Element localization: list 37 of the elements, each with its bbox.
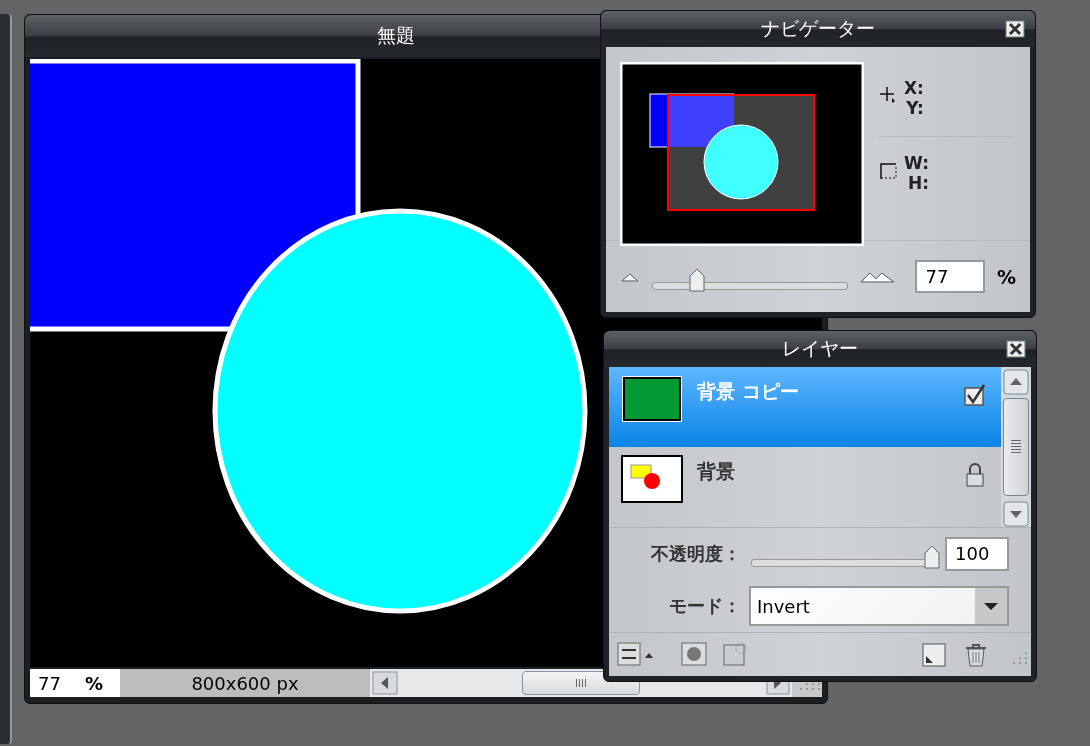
zoom-in-icon[interactable] (859, 269, 896, 284)
vertical-scrollbar[interactable] (1001, 367, 1031, 527)
opacity-label: 不透明度： (650, 542, 742, 566)
y-label: Y: (906, 98, 924, 118)
new-layer-icon[interactable] (921, 641, 947, 668)
zoom-input[interactable]: 77 (915, 260, 985, 293)
scroll-down-icon[interactable] (1003, 501, 1029, 527)
mode-dropdown[interactable]: Invert (749, 586, 1009, 626)
layer-row[interactable]: 背景 (609, 447, 1001, 527)
opacity-input[interactable]: 100 (945, 537, 1009, 571)
window-title: 無題 (377, 23, 415, 48)
scroll-up-icon[interactable] (1003, 369, 1029, 395)
lock-icon (963, 463, 987, 487)
scroll-left-icon[interactable] (372, 671, 398, 695)
x-label: X: (904, 78, 924, 98)
panel-title: ナビゲーター (761, 16, 875, 41)
slider-thumb[interactable] (923, 544, 941, 570)
h-label: H: (908, 173, 930, 193)
navigator-preview[interactable] (620, 62, 864, 246)
close-icon[interactable] (1005, 20, 1025, 38)
layer-mask-icon[interactable] (681, 641, 707, 668)
crosshair-icon (878, 84, 898, 106)
image-size: 800x600 px (120, 669, 370, 697)
zoom-field[interactable]: 77 % (30, 669, 120, 697)
w-label: W: (904, 153, 930, 173)
mode-label: モード： (668, 594, 742, 618)
layer-name: 背景 コピー (697, 379, 800, 404)
layer-name: 背景 (697, 459, 736, 484)
slider-thumb[interactable] (688, 266, 707, 293)
trash-icon[interactable] (963, 641, 989, 668)
zoom-out-icon[interactable] (620, 270, 640, 283)
panel-title: レイヤー (782, 336, 858, 361)
layer-thumbnail (621, 455, 683, 503)
close-icon[interactable] (1006, 340, 1026, 358)
percent-sign: % (996, 265, 1016, 288)
visibility-checkbox[interactable] (963, 383, 987, 407)
scroll-thumb[interactable] (1003, 398, 1029, 496)
